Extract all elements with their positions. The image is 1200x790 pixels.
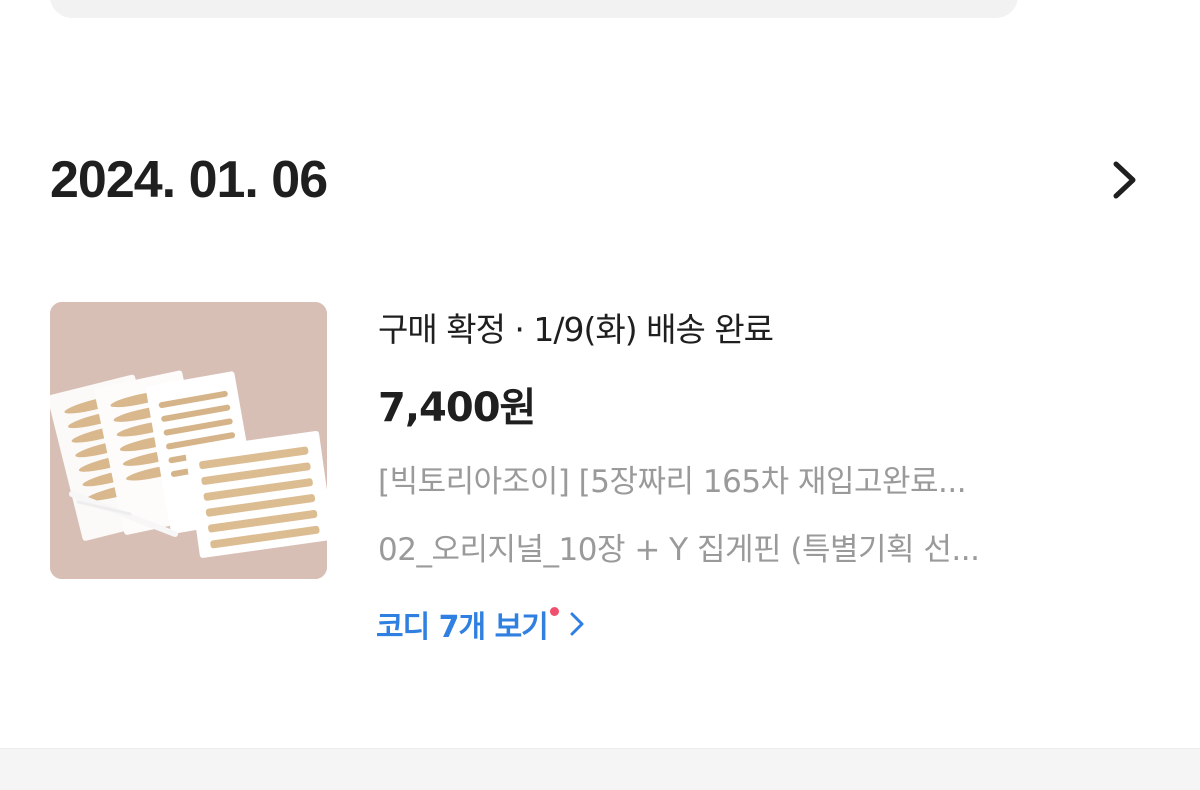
sticker-sheet-4 xyxy=(185,430,327,558)
view-coordi-link[interactable]: 코디 7개 보기 xyxy=(376,600,585,648)
product-name[interactable]: [빅토리아조이] [5장짜리 165차 재입고완료... xyxy=(378,460,1113,504)
search-bar-remnant[interactable] xyxy=(50,0,1018,18)
new-badge-dot xyxy=(549,606,559,616)
product-thumbnail[interactable] xyxy=(50,302,327,579)
order-detail-chevron-icon[interactable] xyxy=(1102,152,1146,208)
coordi-link-label: 코디 7개 보기 xyxy=(376,610,549,645)
product-option: 02_오리지널_10장 + Y 집게핀 (특별기획 선... xyxy=(378,532,980,568)
order-status: 구매 확정 · 1/9(화) 배송 완료 xyxy=(378,310,774,349)
chevron-right-icon xyxy=(569,611,585,637)
order-price: 7,400원 xyxy=(378,385,536,431)
section-divider xyxy=(0,748,1200,790)
order-date: 2024. 01. 06 xyxy=(50,151,328,209)
